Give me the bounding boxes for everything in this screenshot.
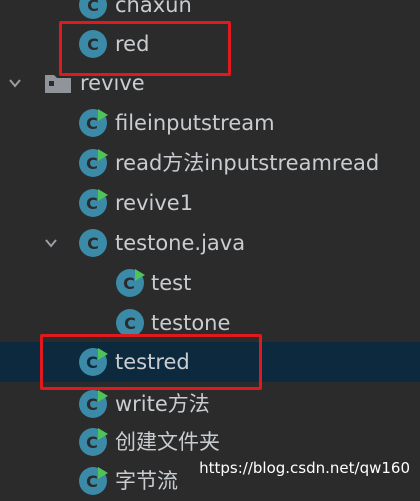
chevron-down-icon[interactable]	[8, 76, 22, 90]
svg-text:C: C	[86, 472, 98, 491]
tree-item-label: read方法inputstreamread	[115, 151, 380, 175]
svg-text:C: C	[124, 314, 136, 333]
highlight-box-red	[59, 21, 231, 76]
svg-text:C: C	[123, 274, 135, 293]
java-class-icon: C	[77, 227, 109, 259]
tree-item-revive1[interactable]: C revive1	[0, 183, 420, 223]
java-runnable-class-icon: C	[77, 388, 109, 420]
tree-item-label: 字节流	[115, 469, 178, 493]
tree-item-create-folder[interactable]: C 创建文件夹	[0, 422, 420, 462]
java-runnable-class-icon: C	[77, 426, 109, 458]
tree-item-test[interactable]: C test	[0, 263, 420, 303]
tree-item-read-inputstreamread[interactable]: C read方法inputstreamread	[0, 143, 420, 183]
java-runnable-class-icon: C	[77, 147, 109, 179]
tree-item-label: 创建文件夹	[115, 430, 220, 454]
highlight-box-testred	[40, 334, 262, 390]
tree-item-testone-java[interactable]: C testone.java	[0, 223, 420, 263]
svg-text:C: C	[86, 154, 98, 173]
svg-text:C: C	[86, 114, 98, 133]
tree-item-label: test	[151, 271, 192, 295]
java-runnable-class-icon: C	[77, 465, 109, 497]
chevron-down-icon[interactable]	[44, 236, 58, 250]
svg-text:C: C	[87, 0, 99, 15]
tree-item-label: write方法	[115, 392, 210, 416]
project-tree: C chaxun C red revive C fileinputstream …	[0, 0, 420, 495]
tree-item-label: fileinputstream	[115, 111, 275, 135]
svg-text:C: C	[87, 234, 99, 253]
svg-text:C: C	[86, 194, 98, 213]
watermark-text: https://blog.csdn.net/qw160	[199, 459, 410, 477]
java-class-icon: C	[77, 0, 109, 21]
java-runnable-class-icon: C	[77, 107, 109, 139]
tree-item-label: testone.java	[115, 231, 246, 255]
svg-text:C: C	[86, 395, 98, 414]
java-runnable-class-icon: C	[114, 267, 146, 299]
java-runnable-class-icon: C	[77, 187, 109, 219]
tree-item-write[interactable]: C write方法	[0, 384, 420, 424]
svg-text:C: C	[86, 433, 98, 452]
tree-item-fileinputstream[interactable]: C fileinputstream	[0, 103, 420, 143]
tree-item-label: revive1	[115, 191, 194, 215]
